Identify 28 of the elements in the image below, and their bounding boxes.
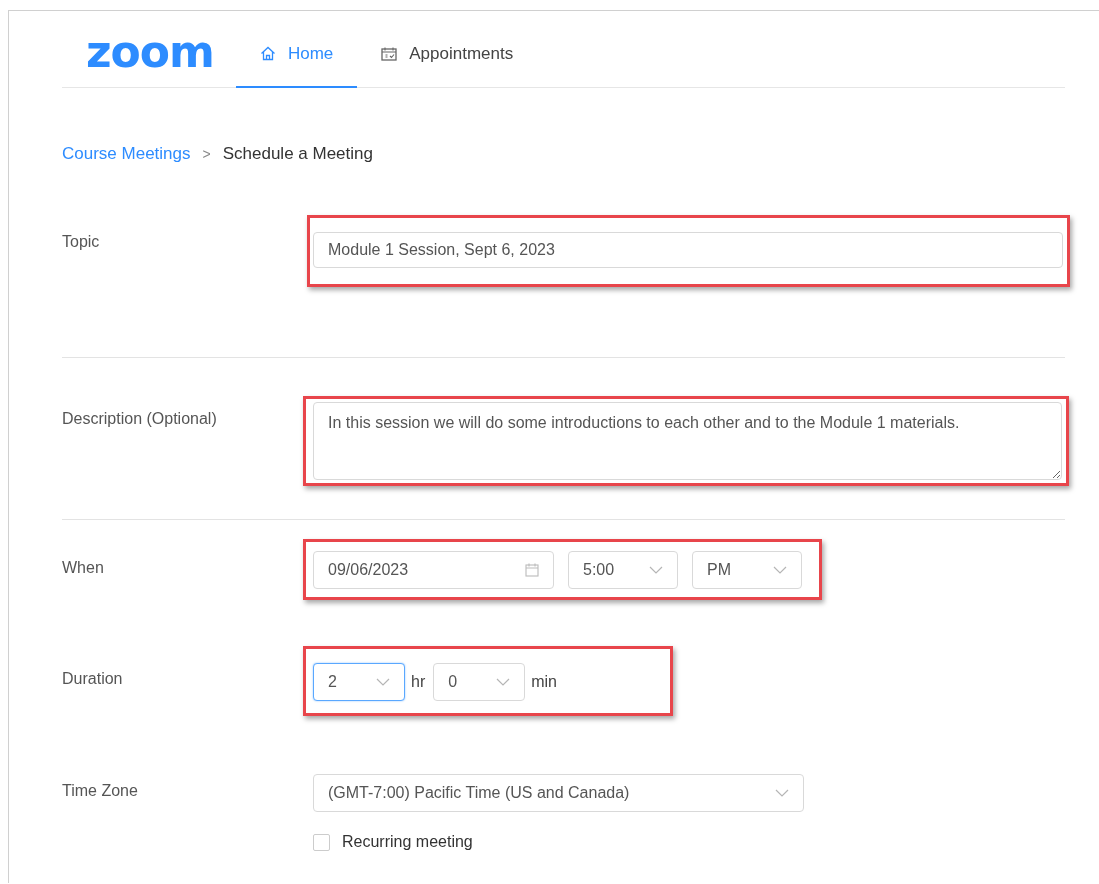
field-label: When <box>62 558 105 577</box>
nav-tab[interactable]: Appointments <box>357 11 538 88</box>
checkbox-label[interactable]: Recurring meeting <box>342 833 473 851</box>
breadcrumb-separator: > <box>202 146 211 162</box>
caret-icon <box>496 678 511 686</box>
time-zone-select[interactable]: (GMT-7:00) Pacific Time (US and Canada) <box>313 774 804 812</box>
field-label: Time Zone <box>62 781 139 800</box>
calendar-icon <box>381 46 398 61</box>
breadcrumb-current: Schedule a Meeting <box>222 144 373 164</box>
date-field[interactable]: 09/06/2023 <box>313 551 554 589</box>
field-label: Description (Optional) <box>62 409 218 428</box>
hours-select[interactable]: 2 <box>313 663 405 701</box>
home-icon <box>259 46 276 61</box>
ampm-select[interactable]: PM <box>692 551 802 589</box>
field-label: Duration <box>62 669 124 688</box>
field-label: Topic <box>62 232 101 251</box>
caret-icon <box>376 678 390 686</box>
unit-label: min <box>531 673 557 691</box>
checkbox[interactable] <box>313 833 330 851</box>
topic-field[interactable]: Module 1 Session, Sept 6, 2023 <box>313 232 1063 268</box>
caret-icon <box>649 566 663 574</box>
unit-label: hr <box>411 673 426 691</box>
time-select[interactable]: 5:00 <box>568 551 678 589</box>
caret-icon <box>775 789 789 797</box>
minutes-select[interactable]: 0 <box>433 663 526 701</box>
caret-icon <box>773 566 787 574</box>
description-field[interactable]: In this session we will do some introductions to each other and to the Module 1 materials. <box>313 402 1062 480</box>
calendar-icon <box>525 563 539 577</box>
